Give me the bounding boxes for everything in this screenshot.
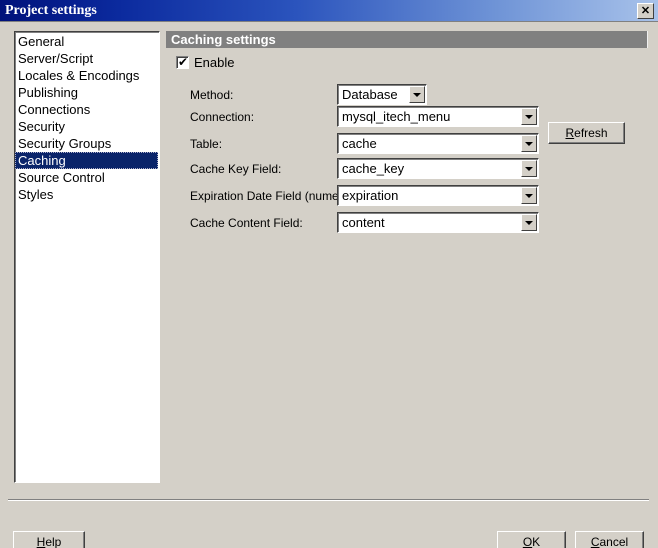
combobox-table[interactable]: cache xyxy=(337,133,539,154)
sidebar-item-label: Server/Script xyxy=(18,51,94,66)
sidebar-item-security-groups[interactable]: Security Groups xyxy=(15,135,159,152)
project-settings-dialog: Project settings ✕ General Server/Script L… xyxy=(0,0,658,548)
field-row-method: Method: xyxy=(190,84,233,105)
sidebar-item-label: General xyxy=(18,34,65,49)
sidebar-item-label: Security Groups xyxy=(18,136,112,151)
field-row-connection: Connection: xyxy=(190,106,254,127)
combobox-method[interactable]: Database xyxy=(337,84,427,105)
help-button[interactable]: Help xyxy=(13,531,85,548)
combobox-expiration-date-field-numeric[interactable]: expiration xyxy=(337,185,539,206)
sidebar-item-locales-encodings[interactable]: Locales & Encodings xyxy=(15,67,159,84)
checkbox-box: ✔ xyxy=(176,54,189,69)
dialog-client-area: General Server/Script Locales & Encodings P… xyxy=(0,22,658,548)
sidebar-item-label: Styles xyxy=(18,187,54,202)
label-cache-key-field: Cache Key Field: xyxy=(190,161,282,176)
settings-category-list[interactable]: General Server/Script Locales & Encodings P… xyxy=(14,31,160,483)
label-method: Method: xyxy=(190,87,234,102)
chevron-down-icon[interactable] xyxy=(521,108,537,125)
sidebar-item-label: Locales & Encodings xyxy=(18,68,140,83)
field-row-table: Table: xyxy=(190,133,222,154)
combobox-value-cache-content-field: content xyxy=(342,215,385,230)
cancel-button-accel: C xyxy=(590,535,600,548)
ok-button-label: K xyxy=(532,535,541,548)
label-connection: Connection: xyxy=(190,109,255,124)
sidebar-item-source-control[interactable]: Source Control xyxy=(15,169,159,186)
combobox-value-cache-key-field: cache_key xyxy=(342,161,405,176)
sidebar-item-label: Security xyxy=(18,119,65,134)
close-icon[interactable]: ✕ xyxy=(637,3,654,19)
chevron-down-icon[interactable] xyxy=(521,187,537,204)
sidebar-item-caching[interactable]: Caching xyxy=(15,152,158,169)
field-row-cache-key-field: Cache Key Field: xyxy=(190,158,281,179)
sidebar-item-label: Source Control xyxy=(18,170,105,185)
sidebar-item-server-script[interactable]: Server/Script xyxy=(15,50,159,67)
sidebar-item-publishing[interactable]: Publishing xyxy=(15,84,159,101)
combobox-value-expiration-date-field-numeric: expiration xyxy=(342,188,399,203)
refresh-button-accel: R xyxy=(565,126,575,140)
combobox-value-connection: mysql_itech_menu xyxy=(342,109,451,124)
sidebar-item-general[interactable]: General xyxy=(15,33,159,50)
chevron-down-icon[interactable] xyxy=(521,160,537,177)
sidebar-item-label: Publishing xyxy=(18,85,78,100)
sidebar-item-security[interactable]: Security xyxy=(15,118,159,135)
checkmark-icon: ✔ xyxy=(178,54,189,69)
sidebar-item-connections[interactable]: Connections xyxy=(15,101,159,118)
chevron-down-icon[interactable] xyxy=(521,135,537,152)
help-button-accel: H xyxy=(36,535,46,548)
panel-title: Caching settings xyxy=(166,31,648,48)
window-title: Project settings xyxy=(5,3,97,18)
chevron-down-icon[interactable] xyxy=(521,214,537,231)
sidebar-item-label: Caching xyxy=(18,153,66,168)
label-cache-content-field: Cache Content Field: xyxy=(190,215,303,230)
sidebar-item-styles[interactable]: Styles xyxy=(15,186,159,203)
label-expiration-date-field-numeric: Expiration Date Field (numeric): xyxy=(190,188,359,203)
field-row-cache-content-field: Cache Content Field: xyxy=(190,212,303,233)
title-bar: Project settings ✕ xyxy=(0,0,658,22)
cancel-button[interactable]: Cancel xyxy=(575,531,644,548)
enable-label: Enable xyxy=(194,54,235,70)
combobox-cache-content-field[interactable]: content xyxy=(337,212,539,233)
combobox-value-table: cache xyxy=(342,136,377,151)
chevron-down-icon[interactable] xyxy=(409,86,425,103)
field-row-expiration-date-field-numeric: Expiration Date Field (numeric): xyxy=(190,185,359,206)
combobox-value-method: Database xyxy=(342,87,398,102)
refresh-button-label: efresh xyxy=(574,126,608,140)
combobox-connection[interactable]: mysql_itech_menu xyxy=(337,106,539,127)
ok-button[interactable]: OK xyxy=(497,531,566,548)
sidebar-item-label: Connections xyxy=(18,102,91,117)
cancel-button-label: ancel xyxy=(599,535,629,548)
label-table: Table: xyxy=(190,136,223,151)
help-button-label: elp xyxy=(45,535,62,548)
footer-divider xyxy=(8,499,649,501)
ok-button-accel: O xyxy=(522,535,533,548)
combobox-cache-key-field[interactable]: cache_key xyxy=(337,158,539,179)
refresh-button[interactable]: Refresh xyxy=(548,122,625,144)
enable-caching-checkbox[interactable]: ✔ Enable xyxy=(176,54,235,70)
